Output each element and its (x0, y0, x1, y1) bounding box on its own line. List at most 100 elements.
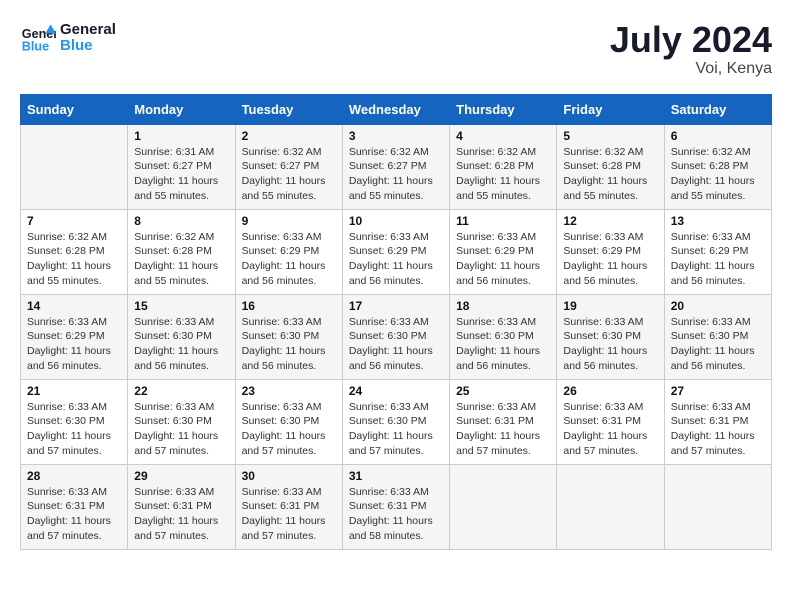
day-number: 5 (563, 129, 657, 143)
week-row-1: 1 Sunrise: 6:31 AM Sunset: 6:27 PM Daylig… (21, 124, 772, 209)
day-number: 24 (349, 384, 443, 398)
logo-general: General (60, 22, 116, 39)
calendar-cell: 18 Sunrise: 6:33 AM Sunset: 6:30 PM Dayli… (450, 294, 557, 379)
calendar-cell (450, 464, 557, 549)
day-info: Sunrise: 6:33 AM Sunset: 6:29 PM Dayligh… (671, 230, 765, 289)
day-info: Sunrise: 6:33 AM Sunset: 6:31 PM Dayligh… (27, 485, 121, 544)
calendar-cell: 5 Sunrise: 6:32 AM Sunset: 6:28 PM Daylig… (557, 124, 664, 209)
day-number: 11 (456, 214, 550, 228)
calendar-cell: 6 Sunrise: 6:32 AM Sunset: 6:28 PM Daylig… (664, 124, 771, 209)
day-number: 2 (242, 129, 336, 143)
day-number: 19 (563, 299, 657, 313)
day-info: Sunrise: 6:33 AM Sunset: 6:31 PM Dayligh… (242, 485, 336, 544)
calendar-cell: 22Sunrise: 6:33 AM Sunset: 6:30 PM Dayli… (128, 379, 235, 464)
calendar-table: SundayMondayTuesdayWednesdayThursdayFrid… (20, 94, 772, 550)
day-number: 16 (242, 299, 336, 313)
day-number: 14 (27, 299, 121, 313)
calendar-cell: 20 Sunrise: 6:33 AM Sunset: 6:30 PM Dayli… (664, 294, 771, 379)
calendar-cell: 4Sunrise: 6:32 AM Sunset: 6:28 PM Daylig… (450, 124, 557, 209)
day-number: 1 (134, 129, 228, 143)
day-number: 23 (242, 384, 336, 398)
page-header: General Blue General Blue July 2024 Voi,… (20, 20, 772, 78)
day-number: 21 (27, 384, 121, 398)
location: Voi, Kenya (610, 60, 772, 78)
logo: General Blue General Blue (20, 20, 116, 56)
day-info: Sunrise: 6:32 AM Sunset: 6:28 PM Dayligh… (671, 145, 765, 204)
logo-blue: Blue (60, 38, 116, 55)
calendar-cell: 26Sunrise: 6:33 AM Sunset: 6:31 PM Dayli… (557, 379, 664, 464)
calendar-cell: 21 Sunrise: 6:33 AM Sunset: 6:30 PM Dayli… (21, 379, 128, 464)
calendar-cell: 24 Sunrise: 6:33 AM Sunset: 6:30 PM Dayli… (342, 379, 449, 464)
week-row-5: 28Sunrise: 6:33 AM Sunset: 6:31 PM Dayli… (21, 464, 772, 549)
day-number: 31 (349, 469, 443, 483)
calendar-cell: 16Sunrise: 6:33 AM Sunset: 6:30 PM Dayli… (235, 294, 342, 379)
day-number: 13 (671, 214, 765, 228)
calendar-cell: 28Sunrise: 6:33 AM Sunset: 6:31 PM Dayli… (21, 464, 128, 549)
day-info: Sunrise: 6:33 AM Sunset: 6:31 PM Dayligh… (563, 400, 657, 459)
calendar-cell: 1 Sunrise: 6:31 AM Sunset: 6:27 PM Daylig… (128, 124, 235, 209)
calendar-cell: 29 Sunrise: 6:33 AM Sunset: 6:31 PM Dayli… (128, 464, 235, 549)
day-info: Sunrise: 6:33 AM Sunset: 6:29 PM Dayligh… (456, 230, 550, 289)
day-info: Sunrise: 6:33 AM Sunset: 6:31 PM Dayligh… (456, 400, 550, 459)
month-year: July 2024 (610, 20, 772, 60)
day-info: Sunrise: 6:33 AM Sunset: 6:31 PM Dayligh… (349, 485, 443, 544)
day-info: Sunrise: 6:32 AM Sunset: 6:28 PM Dayligh… (134, 230, 228, 289)
day-info: Sunrise: 6:33 AM Sunset: 6:30 PM Dayligh… (134, 315, 228, 374)
day-info: Sunrise: 6:32 AM Sunset: 6:28 PM Dayligh… (563, 145, 657, 204)
weekday-header-wednesday: Wednesday (342, 94, 449, 124)
calendar-cell: 25Sunrise: 6:33 AM Sunset: 6:31 PM Dayli… (450, 379, 557, 464)
calendar-cell: 10 Sunrise: 6:33 AM Sunset: 6:29 PM Dayli… (342, 209, 449, 294)
day-info: Sunrise: 6:32 AM Sunset: 6:27 PM Dayligh… (349, 145, 443, 204)
logo-icon: General Blue (20, 20, 56, 56)
day-number: 8 (134, 214, 228, 228)
calendar-cell: 15Sunrise: 6:33 AM Sunset: 6:30 PM Dayli… (128, 294, 235, 379)
weekday-header-friday: Friday (557, 94, 664, 124)
svg-text:Blue: Blue (22, 40, 49, 54)
day-info: Sunrise: 6:33 AM Sunset: 6:30 PM Dayligh… (134, 400, 228, 459)
day-info: Sunrise: 6:32 AM Sunset: 6:27 PM Dayligh… (242, 145, 336, 204)
calendar-cell: 3 Sunrise: 6:32 AM Sunset: 6:27 PM Daylig… (342, 124, 449, 209)
day-number: 18 (456, 299, 550, 313)
day-info: Sunrise: 6:31 AM Sunset: 6:27 PM Dayligh… (134, 145, 228, 204)
day-number: 17 (349, 299, 443, 313)
title-block: July 2024 Voi, Kenya (610, 20, 772, 78)
weekday-header-sunday: Sunday (21, 94, 128, 124)
calendar-cell: 14 Sunrise: 6:33 AM Sunset: 6:29 PM Dayli… (21, 294, 128, 379)
calendar-cell: 8 Sunrise: 6:32 AM Sunset: 6:28 PM Daylig… (128, 209, 235, 294)
day-number: 3 (349, 129, 443, 143)
weekday-header-row: SundayMondayTuesdayWednesdayThursdayFrid… (21, 94, 772, 124)
day-info: Sunrise: 6:33 AM Sunset: 6:31 PM Dayligh… (134, 485, 228, 544)
day-number: 30 (242, 469, 336, 483)
day-info: Sunrise: 6:33 AM Sunset: 6:29 PM Dayligh… (27, 315, 121, 374)
calendar-cell: 27Sunrise: 6:33 AM Sunset: 6:31 PM Dayli… (664, 379, 771, 464)
weekday-header-saturday: Saturday (664, 94, 771, 124)
calendar-cell: 11 Sunrise: 6:33 AM Sunset: 6:29 PM Dayli… (450, 209, 557, 294)
calendar-cell: 19 Sunrise: 6:33 AM Sunset: 6:30 PM Dayli… (557, 294, 664, 379)
day-info: Sunrise: 6:33 AM Sunset: 6:30 PM Dayligh… (349, 315, 443, 374)
weekday-header-tuesday: Tuesday (235, 94, 342, 124)
day-info: Sunrise: 6:33 AM Sunset: 6:30 PM Dayligh… (242, 400, 336, 459)
day-info: Sunrise: 6:33 AM Sunset: 6:29 PM Dayligh… (349, 230, 443, 289)
day-number: 20 (671, 299, 765, 313)
day-info: Sunrise: 6:33 AM Sunset: 6:29 PM Dayligh… (242, 230, 336, 289)
day-number: 6 (671, 129, 765, 143)
calendar-cell: 17 Sunrise: 6:33 AM Sunset: 6:30 PM Dayli… (342, 294, 449, 379)
week-row-2: 7 Sunrise: 6:32 AM Sunset: 6:28 PM Daylig… (21, 209, 772, 294)
day-info: Sunrise: 6:33 AM Sunset: 6:30 PM Dayligh… (349, 400, 443, 459)
day-number: 7 (27, 214, 121, 228)
day-number: 9 (242, 214, 336, 228)
day-number: 10 (349, 214, 443, 228)
day-number: 29 (134, 469, 228, 483)
calendar-cell (557, 464, 664, 549)
day-info: Sunrise: 6:33 AM Sunset: 6:30 PM Dayligh… (563, 315, 657, 374)
day-info: Sunrise: 6:33 AM Sunset: 6:30 PM Dayligh… (27, 400, 121, 459)
calendar-cell: 2 Sunrise: 6:32 AM Sunset: 6:27 PM Daylig… (235, 124, 342, 209)
calendar-cell: 7 Sunrise: 6:32 AM Sunset: 6:28 PM Daylig… (21, 209, 128, 294)
day-info: Sunrise: 6:33 AM Sunset: 6:30 PM Dayligh… (456, 315, 550, 374)
day-info: Sunrise: 6:33 AM Sunset: 6:30 PM Dayligh… (671, 315, 765, 374)
calendar-cell: 12Sunrise: 6:33 AM Sunset: 6:29 PM Dayli… (557, 209, 664, 294)
calendar-cell: 13 Sunrise: 6:33 AM Sunset: 6:29 PM Dayli… (664, 209, 771, 294)
calendar-cell: 30 Sunrise: 6:33 AM Sunset: 6:31 PM Dayli… (235, 464, 342, 549)
day-number: 4 (456, 129, 550, 143)
day-info: Sunrise: 6:32 AM Sunset: 6:28 PM Dayligh… (27, 230, 121, 289)
